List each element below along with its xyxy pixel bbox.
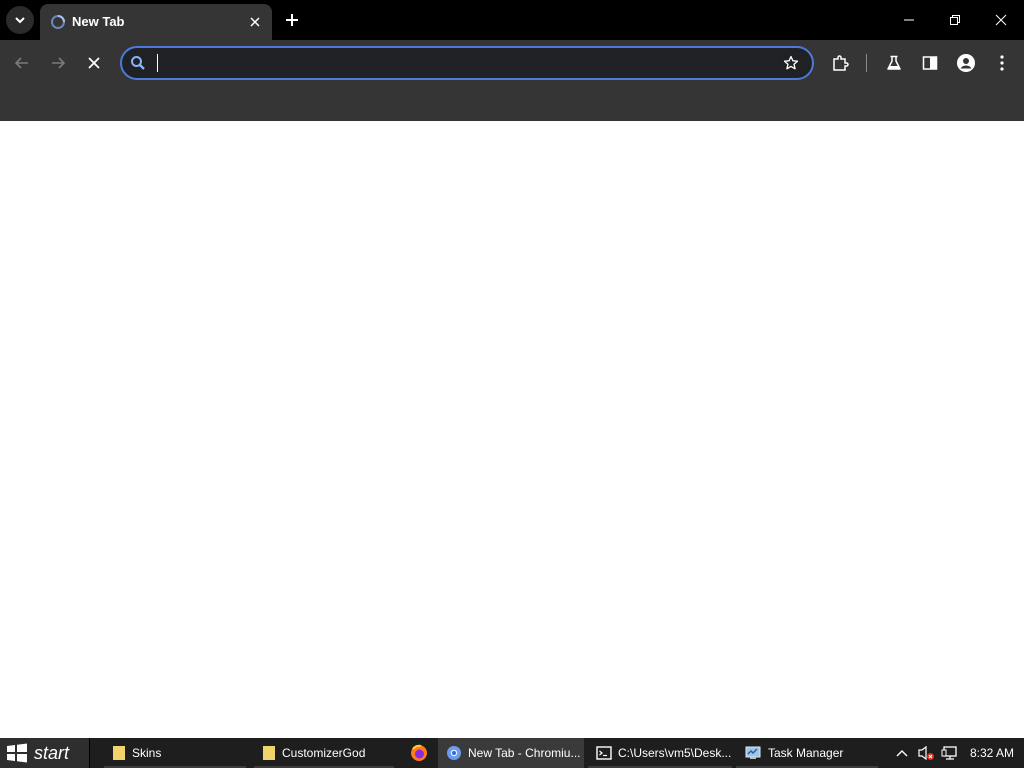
taskbar-item-chromium[interactable]: New Tab - Chromiu... — [438, 738, 584, 768]
show-hidden-icons-button[interactable] — [890, 738, 914, 768]
stop-loading-button[interactable] — [80, 49, 108, 77]
arrow-right-icon — [52, 57, 66, 69]
puzzle-icon — [833, 55, 849, 71]
extensions-button[interactable] — [826, 49, 854, 77]
task-label: New Tab - Chromiu... — [468, 746, 581, 760]
flask-icon — [887, 55, 901, 70]
browser-toolbar — [0, 40, 1024, 86]
chevron-up-icon — [896, 750, 908, 757]
taskbar: start Skins CustomizerGod New Tab - Chro… — [0, 738, 1024, 768]
close-icon — [995, 14, 1007, 26]
volume-button[interactable] — [914, 738, 938, 768]
volume-muted-icon — [918, 745, 934, 761]
minimize-button[interactable] — [886, 0, 932, 40]
profile-button[interactable] — [952, 49, 980, 77]
bookmarks-bar — [0, 86, 1024, 121]
tab-search-button[interactable] — [6, 6, 34, 34]
terminal-icon — [596, 746, 612, 760]
close-window-button[interactable] — [978, 0, 1024, 40]
taskbar-item-task-manager[interactable]: Task Manager — [736, 738, 878, 768]
restore-icon — [950, 15, 960, 25]
minimize-icon — [904, 19, 914, 21]
tab-title: New Tab — [72, 14, 125, 29]
task-manager-icon — [745, 746, 761, 759]
back-button[interactable] — [8, 49, 36, 77]
loading-spinner-icon — [51, 15, 65, 29]
page-content — [0, 121, 1024, 738]
address-bar[interactable] — [120, 46, 814, 80]
plus-icon — [286, 14, 298, 26]
arrow-left-icon — [14, 57, 28, 69]
star-icon — [783, 55, 799, 70]
task-label: Task Manager — [768, 746, 844, 760]
tab-close-button[interactable] — [246, 13, 264, 31]
close-icon — [250, 17, 260, 27]
side-panel-icon — [922, 56, 938, 70]
folder-icon — [113, 746, 125, 760]
taskbar-item-skins[interactable]: Skins — [104, 738, 246, 768]
windows-logo-icon — [7, 743, 27, 763]
title-bar: New Tab — [0, 0, 1024, 40]
start-label: start — [34, 742, 70, 763]
avatar-icon — [957, 54, 975, 72]
labs-button[interactable] — [880, 49, 908, 77]
task-label: C:\Users\vm5\Desk... — [618, 746, 732, 760]
bookmark-star-button[interactable] — [782, 54, 800, 72]
forward-button[interactable] — [44, 49, 72, 77]
start-button[interactable]: start — [0, 738, 90, 768]
toolbar-divider — [866, 54, 867, 72]
search-icon — [128, 53, 148, 73]
folder-icon — [263, 746, 275, 760]
address-input[interactable] — [156, 52, 756, 74]
menu-button[interactable] — [988, 49, 1016, 77]
firefox-icon — [411, 744, 427, 761]
more-vertical-icon — [1000, 55, 1004, 71]
restore-button[interactable] — [932, 0, 978, 40]
network-button[interactable] — [938, 738, 962, 768]
close-icon — [88, 57, 100, 69]
new-tab-button[interactable] — [280, 8, 304, 32]
chromium-icon — [447, 746, 461, 760]
tab-new-tab[interactable]: New Tab — [40, 4, 272, 40]
system-tray: 8:32 AM — [890, 738, 1024, 768]
side-panel-button[interactable] — [916, 49, 944, 77]
task-label: Skins — [132, 746, 162, 760]
task-label: CustomizerGod — [282, 746, 366, 760]
network-icon — [941, 746, 957, 760]
taskbar-item-firefox[interactable] — [402, 738, 436, 768]
chevron-down-icon — [15, 17, 25, 24]
taskbar-item-customizergod[interactable]: CustomizerGod — [254, 738, 394, 768]
text-caret — [157, 54, 158, 72]
clock[interactable]: 8:32 AM — [970, 746, 1014, 760]
taskbar-item-console[interactable]: C:\Users\vm5\Desk... — [588, 738, 732, 768]
